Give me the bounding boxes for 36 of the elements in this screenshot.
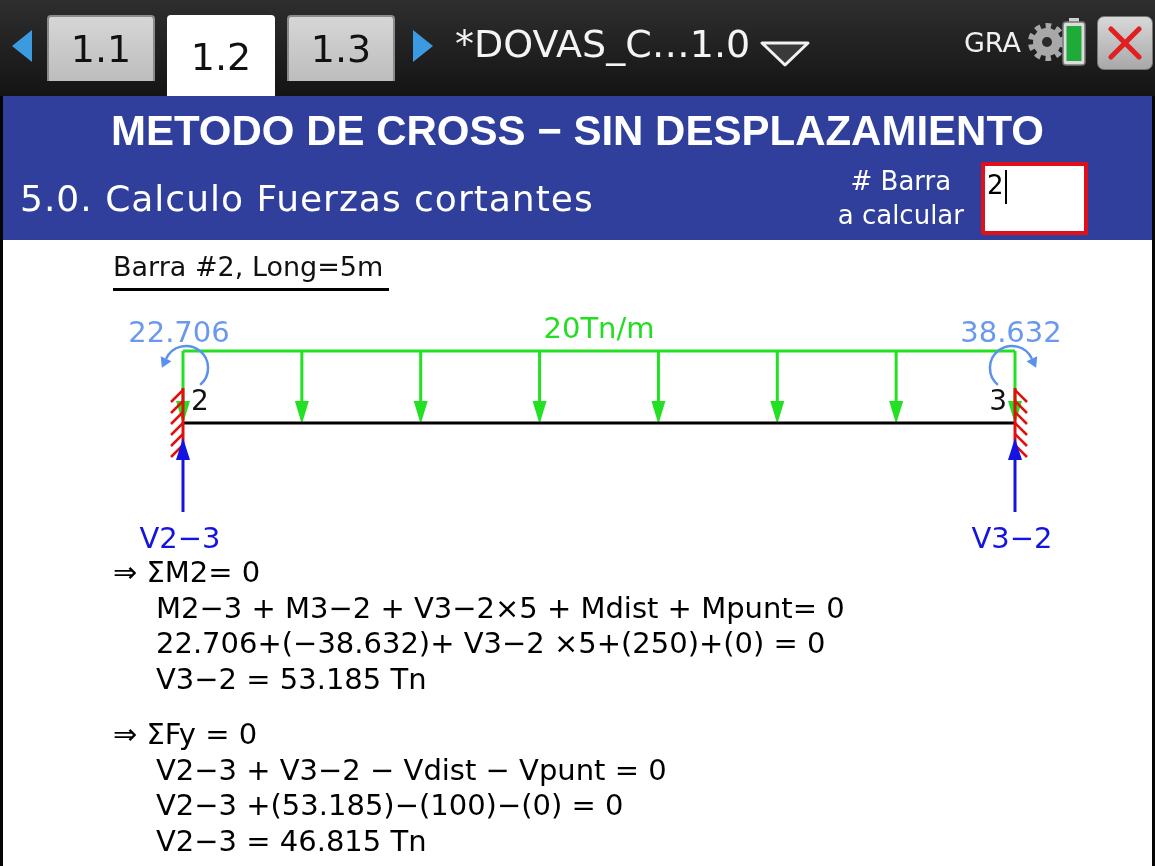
document-title[interactable]: *DOVAS_C…1.0 [455, 22, 751, 66]
left-arrow-icon[interactable] [12, 30, 32, 62]
node-label: 3 [989, 384, 1007, 417]
page-tab[interactable]: 1.1 [47, 15, 155, 81]
mode-label: GRA [963, 26, 1021, 58]
equation-line: V2−3 +(53.185)−(100)−(0) = 0 [156, 788, 624, 824]
bar-title: Barra #2, Long=5m [113, 250, 390, 291]
moment-value: 38.632 [960, 315, 1062, 349]
right-arrow-icon[interactable] [413, 30, 433, 62]
moment-arrow-icon [160, 344, 210, 386]
section-subtitle: 5.0. Calculo Fuerzas cortantes [20, 177, 594, 219]
page-title: METODO DE CROSS − SIN DESPLAZAMIENTO [109, 106, 1046, 156]
equation-line: 22.706+(−38.632)+ V3−2 ×5+(250)+(0) = 0 [156, 626, 826, 662]
load-label: 20Tn/m [543, 311, 655, 345]
reaction-label: V2−3 [139, 521, 221, 555]
equation-heading: ⇒ ΣFy = 0 [113, 717, 258, 753]
battery-icon [1062, 18, 1086, 66]
reaction-arrow-icon [1008, 438, 1022, 512]
equation-heading: ⇒ ΣM2= 0 [113, 555, 261, 591]
page-tab[interactable]: 1.2 [167, 15, 275, 96]
dropdown-caret-icon[interactable] [760, 39, 811, 67]
node-label: 2 [191, 384, 209, 417]
bar-number-field[interactable]: 2 [981, 161, 1088, 235]
equation-line: V2−3 = 46.815 Tn [156, 823, 427, 859]
field-label: # Barra a calcular [837, 165, 964, 232]
close-icon [1108, 26, 1142, 60]
equation-line: V2−3 + V3−2 − Vdist − Vpunt = 0 [156, 752, 667, 788]
reaction-label: V3−2 [971, 521, 1053, 555]
moment-value: 22.706 [128, 315, 230, 349]
text-cursor-icon [1004, 169, 1007, 204]
page-tab[interactable]: 1.3 [287, 15, 395, 81]
close-button[interactable] [1097, 16, 1153, 70]
equation-line: M2−3 + M3−2 + V3−2×5 + Mdist + Mpunt= 0 [156, 590, 845, 626]
moment-arrow-icon [988, 344, 1038, 386]
reaction-arrow-icon [176, 438, 190, 512]
equation-line: V3−2 = 53.185 Tn [156, 661, 427, 697]
